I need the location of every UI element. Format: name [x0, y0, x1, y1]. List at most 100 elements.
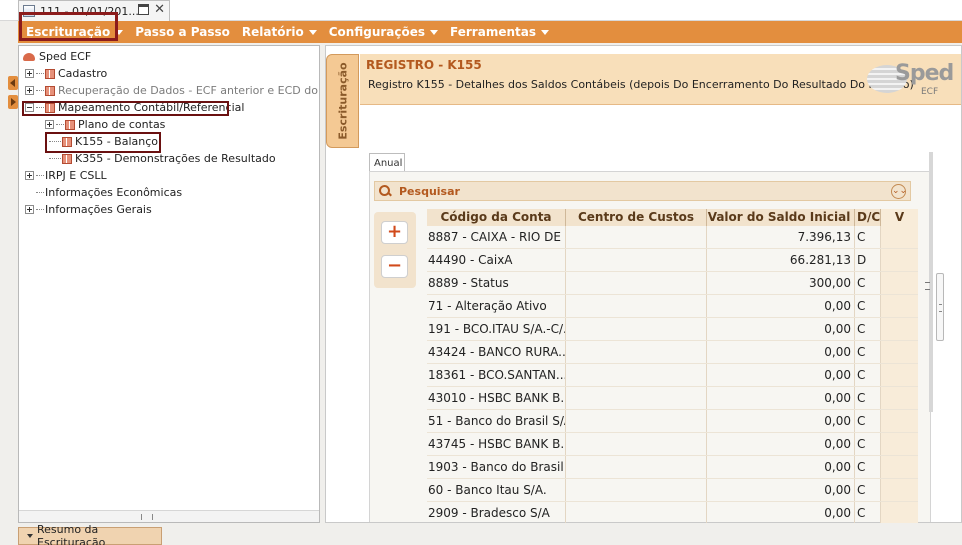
cell-dc[interactable]: C [855, 364, 881, 386]
cell-valor[interactable]: 0,00 [707, 387, 855, 409]
table-row[interactable]: 2909 - Bradesco S/A 0,00 C [427, 502, 918, 523]
column-header-dc[interactable]: D/C [855, 209, 881, 226]
cell-centro-custos[interactable] [566, 479, 707, 501]
cell-v[interactable] [881, 410, 918, 432]
cell-codigo[interactable]: 43424 - BANCO RURA... [427, 341, 566, 363]
column-header-codigo[interactable]: Código da Conta [427, 209, 566, 226]
expand-panel-right-icon[interactable] [8, 95, 18, 109]
cell-v[interactable] [881, 318, 918, 340]
cell-v[interactable] [881, 364, 918, 386]
restore-window-icon[interactable] [138, 4, 149, 15]
cell-centro-custos[interactable] [566, 341, 707, 363]
cell-dc[interactable]: C [855, 272, 881, 294]
document-tab[interactable]: 111 - 01/01/201... ✕ [18, 0, 170, 21]
expand-icon[interactable] [25, 69, 34, 78]
add-row-button[interactable]: + [381, 221, 408, 244]
tree-item-informacoes-economicas[interactable]: Informações Econômicas [36, 184, 182, 201]
table-vertical-scrollbar[interactable] [935, 221, 945, 539]
cell-valor[interactable]: 0,00 [707, 364, 855, 386]
expand-icon[interactable] [25, 205, 34, 214]
table-row[interactable]: 44490 - CaixA 66.281,13 D [427, 249, 918, 272]
tree-item-informacoes-gerais[interactable]: Informações Gerais [25, 201, 152, 218]
cell-valor[interactable]: 0,00 [707, 318, 855, 340]
cell-centro-custos[interactable] [566, 272, 707, 294]
cell-v[interactable] [881, 456, 918, 478]
tree-item-plano-de-contas[interactable]: Plano de contas [45, 116, 165, 133]
cell-valor[interactable]: 0,00 [707, 341, 855, 363]
menu-configuracoes[interactable]: Configurações [323, 25, 444, 39]
cell-codigo[interactable]: 60 - Banco Itau S/A. [427, 479, 566, 501]
column-header-v[interactable]: V [881, 209, 918, 226]
cell-v[interactable] [881, 226, 918, 248]
tree-item-irpj-csll[interactable]: IRPJ E CSLL [25, 167, 107, 184]
tree-item-mapeamento[interactable]: Mapeamento Contábil/Referencial [25, 99, 244, 116]
menu-passo-a-passo[interactable]: Passo a Passo [129, 25, 236, 39]
menu-relatorio[interactable]: Relatório [236, 25, 323, 39]
cell-valor[interactable]: 0,00 [707, 456, 855, 478]
cell-valor[interactable]: 7.396,13 [707, 226, 855, 248]
cell-centro-custos[interactable] [566, 410, 707, 432]
cell-dc[interactable]: D [855, 249, 881, 271]
tab-anual[interactable]: Anual [369, 153, 405, 172]
cell-dc[interactable]: C [855, 433, 881, 455]
cell-v[interactable] [881, 479, 918, 501]
collapse-panel-left-icon[interactable] [8, 76, 18, 90]
cell-centro-custos[interactable] [566, 318, 707, 340]
cell-codigo[interactable]: 71 - Alteração Ativo [427, 295, 566, 317]
scroll-thumb[interactable] [936, 273, 944, 341]
table-row[interactable]: 60 - Banco Itau S/A. 0,00 C [427, 479, 918, 502]
table-row[interactable]: 71 - Alteração Ativo 0,00 C [427, 295, 918, 318]
cell-centro-custos[interactable] [566, 433, 707, 455]
close-icon[interactable]: ✕ [154, 2, 165, 17]
cell-codigo[interactable]: 44490 - CaixA [427, 249, 566, 271]
tree-item-sped-ecf[interactable]: Sped ECF [23, 48, 91, 65]
cell-codigo[interactable]: 8889 - Status [427, 272, 566, 294]
tree-item-cadastro[interactable]: Cadastro [25, 65, 107, 82]
cell-dc[interactable]: C [855, 318, 881, 340]
table-row[interactable]: 43010 - HSBC BANK B... 0,00 C [427, 387, 918, 410]
cell-centro-custos[interactable] [566, 249, 707, 271]
tree-item-recuperacao[interactable]: Recuperação de Dados - ECF anterior e EC… [25, 82, 319, 99]
cell-valor[interactable]: 0,00 [707, 479, 855, 501]
cell-codigo[interactable]: 43745 - HSBC BANK B... [427, 433, 566, 455]
menu-ferramentas[interactable]: Ferramentas [444, 25, 555, 39]
cell-centro-custos[interactable] [566, 295, 707, 317]
cell-centro-custos[interactable] [566, 387, 707, 409]
cell-valor[interactable]: 0,00 [707, 433, 855, 455]
collapse-icon[interactable] [25, 103, 34, 112]
cell-v[interactable] [881, 295, 918, 317]
search-bar[interactable]: Pesquisar ⌄⌄ [374, 181, 911, 201]
tree-horizontal-scrollbar[interactable] [19, 510, 319, 522]
table-row[interactable]: 51 - Banco do Brasil S/A. 0,00 C [427, 410, 918, 433]
tree-item-k355[interactable]: K355 - Demonstrações de Resultado [49, 150, 276, 167]
cell-codigo[interactable]: 2909 - Bradesco S/A [427, 502, 566, 523]
cell-valor[interactable]: 0,00 [707, 410, 855, 432]
expand-icon[interactable] [25, 171, 34, 180]
cell-codigo[interactable]: 51 - Banco do Brasil S/A. [427, 410, 566, 432]
cell-codigo[interactable]: 8887 - CAIXA - RIO DE ... [427, 226, 566, 248]
cell-codigo[interactable]: 43010 - HSBC BANK B... [427, 387, 566, 409]
cell-v[interactable] [881, 272, 918, 294]
cell-valor[interactable]: 0,00 [707, 295, 855, 317]
column-header-centro-custos[interactable]: Centro de Custos [566, 209, 707, 226]
table-row[interactable]: 8887 - CAIXA - RIO DE ... 7.396,13 C [427, 226, 918, 249]
cell-dc[interactable]: C [855, 456, 881, 478]
cell-v[interactable] [881, 502, 918, 523]
scroll-thumb[interactable] [141, 514, 153, 520]
table-row[interactable]: 8889 - Status 300,00 C [427, 272, 918, 295]
double-chevron-down-icon[interactable]: ⌄⌄ [891, 184, 907, 199]
cell-v[interactable] [881, 387, 918, 409]
cell-centro-custos[interactable] [566, 364, 707, 386]
table-row[interactable]: 1903 - Banco do Brasil ... 0,00 C [427, 456, 918, 479]
table-row[interactable]: 43424 - BANCO RURA... 0,00 C [427, 341, 918, 364]
cell-dc[interactable]: C [855, 410, 881, 432]
table-row[interactable]: 43745 - HSBC BANK B... 0,00 C [427, 433, 918, 456]
table-row[interactable]: 18361 - BCO.SANTAN... 0,00 C [427, 364, 918, 387]
cell-centro-custos[interactable] [566, 226, 707, 248]
cell-valor[interactable]: 66.281,13 [707, 249, 855, 271]
cell-v[interactable] [881, 341, 918, 363]
cell-dc[interactable]: C [855, 341, 881, 363]
cell-valor[interactable]: 0,00 [707, 502, 855, 523]
cell-v[interactable] [881, 249, 918, 271]
cell-valor[interactable]: 300,00 [707, 272, 855, 294]
